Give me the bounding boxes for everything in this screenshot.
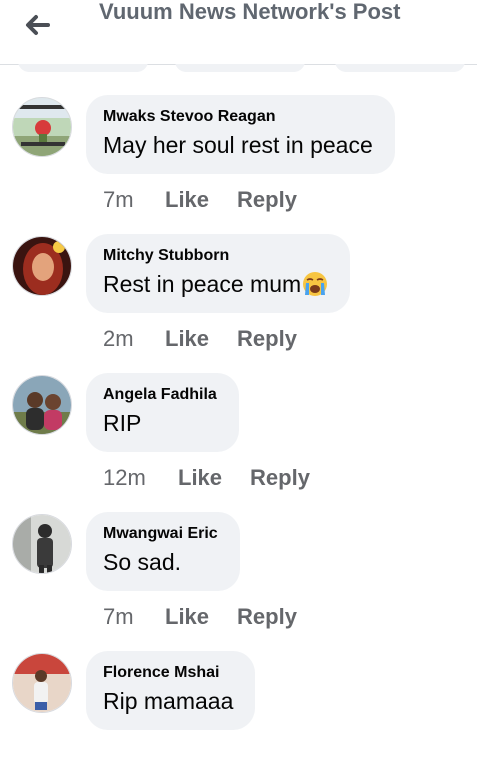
- comment-bubble[interactable]: Mwangwai Eric So sad.: [86, 512, 240, 591]
- avatar[interactable]: [12, 514, 72, 574]
- reply-button[interactable]: Reply: [237, 186, 297, 214]
- reaction-pills-strip: [0, 64, 477, 72]
- comment-item: Florence Mshai Rip mamaaa: [0, 651, 477, 781]
- page-title: Vuuum News Network's Post: [99, 0, 401, 24]
- comment-author[interactable]: Mitchy Stubborn: [103, 246, 328, 266]
- comment-time: 7m: [103, 604, 134, 629]
- like-button[interactable]: Like: [165, 603, 209, 631]
- post-header: Vuuum News Network's Post: [0, 0, 477, 65]
- comment-item: Mwangwai Eric So sad. 7m Like Reply: [0, 512, 477, 642]
- comment-item: Mitchy Stubborn Rest in peace mum 2m Like…: [0, 234, 477, 364]
- reaction-pill[interactable]: [18, 64, 148, 72]
- comment-bubble[interactable]: Florence Mshai Rip mamaaa: [86, 651, 256, 730]
- comment-actions: 7m Like Reply: [103, 186, 297, 214]
- like-button[interactable]: Like: [165, 186, 209, 214]
- like-button[interactable]: Like: [165, 325, 209, 353]
- comment-bubble[interactable]: Mwaks Stevoo Reagan May her soul rest in…: [86, 95, 395, 174]
- comment-text: May her soul rest in peace: [103, 132, 373, 158]
- comment-text: So sad.: [103, 549, 181, 575]
- comment-time: 7m: [103, 187, 134, 212]
- comment-item: Mwaks Stevoo Reagan May her soul rest in…: [0, 95, 477, 225]
- reply-button[interactable]: Reply: [237, 325, 297, 353]
- crying-face-emoji-icon: [303, 272, 328, 296]
- comment-text: Rip mamaaa: [103, 688, 234, 714]
- avatar[interactable]: [12, 653, 72, 713]
- comment-author[interactable]: Mwangwai Eric: [103, 524, 218, 544]
- comment-bubble[interactable]: Mitchy Stubborn Rest in peace mum: [86, 234, 351, 313]
- reply-button[interactable]: Reply: [237, 603, 297, 631]
- back-arrow-icon[interactable]: [20, 8, 54, 42]
- comment-author[interactable]: Mwaks Stevoo Reagan: [103, 107, 373, 127]
- comment-author[interactable]: Florence Mshai: [103, 663, 233, 683]
- comment-author[interactable]: Angela Fadhila: [103, 385, 217, 405]
- comment-text: Rest in peace mum: [103, 269, 328, 299]
- reaction-pill[interactable]: [335, 64, 465, 72]
- comment-time: 12m: [103, 465, 146, 490]
- comment-actions: 7m Like Reply: [103, 603, 297, 631]
- comment-text: RIP: [103, 410, 142, 436]
- avatar[interactable]: [12, 97, 72, 157]
- reaction-pill[interactable]: [175, 64, 305, 72]
- comment-item: Angela Fadhila RIP 12m Like Reply: [0, 373, 477, 503]
- comment-actions: 2m Like Reply: [103, 325, 297, 353]
- comment-time: 2m: [103, 326, 134, 351]
- avatar[interactable]: [12, 375, 72, 435]
- avatar[interactable]: [12, 236, 72, 296]
- comment-actions: 12m Like Reply: [103, 464, 310, 492]
- comment-bubble[interactable]: Angela Fadhila RIP: [86, 373, 239, 452]
- like-button[interactable]: Like: [178, 464, 222, 492]
- reply-button[interactable]: Reply: [250, 464, 310, 492]
